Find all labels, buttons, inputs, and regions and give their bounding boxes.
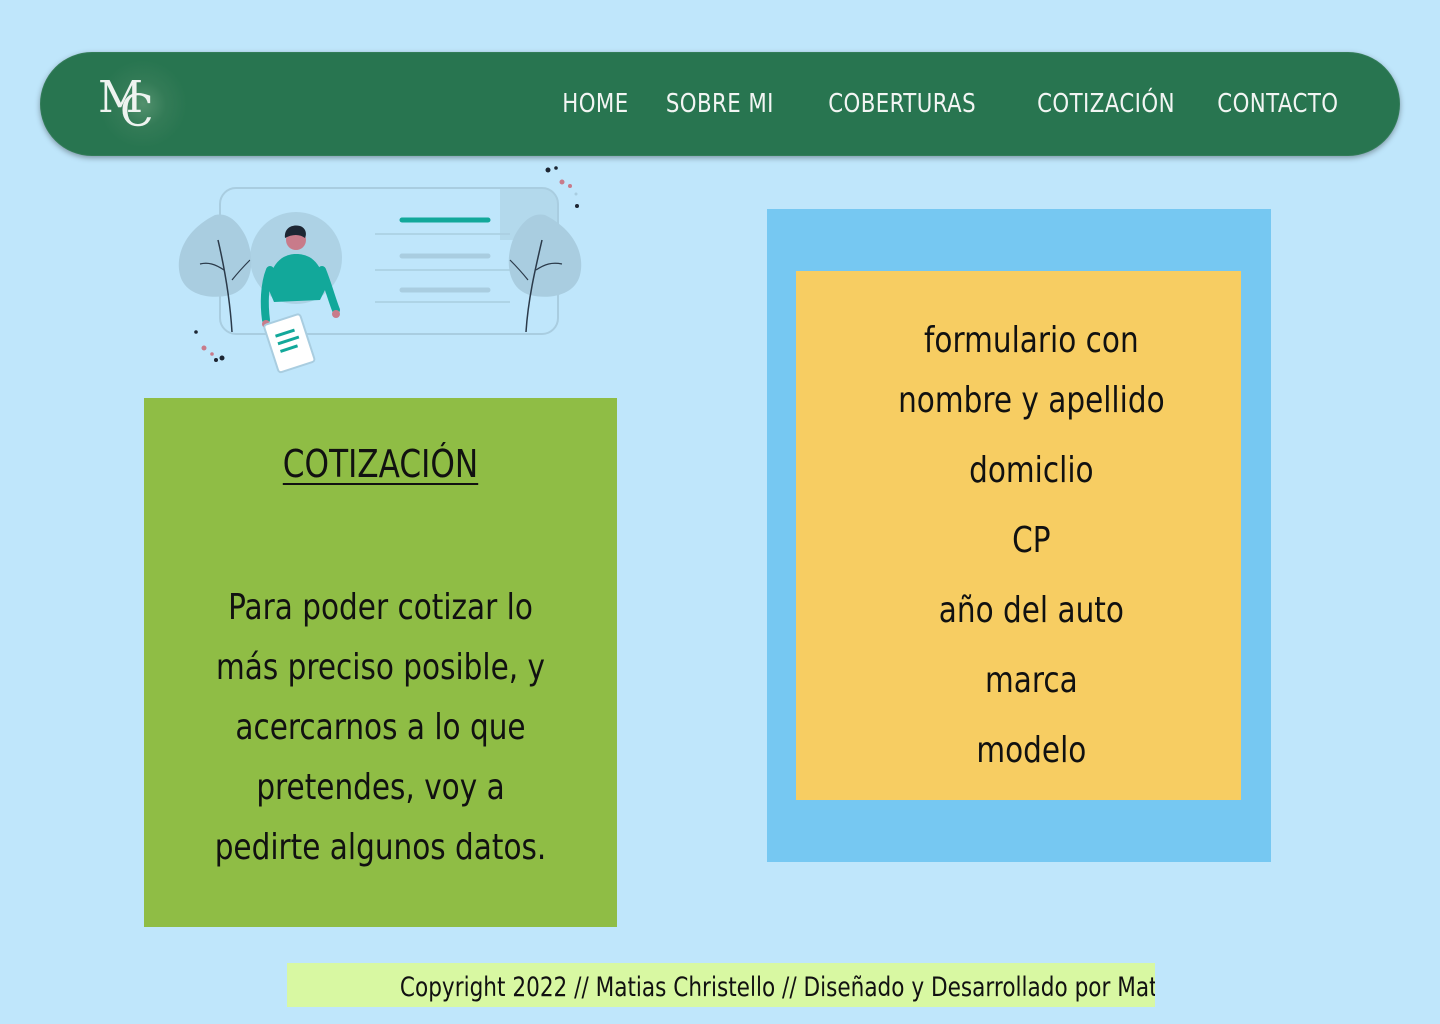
- form-placeholder-line: modelo: [976, 730, 1087, 771]
- logo[interactable]: M C: [98, 52, 198, 156]
- nav-item-cotizacion[interactable]: COTIZACIÓN: [1037, 89, 1175, 119]
- form-placeholder-line: CP: [1012, 520, 1051, 561]
- cotizacion-info-card: COTIZACIÓN Para poder cotizar lo más pre…: [144, 398, 617, 927]
- form-placeholder-card: formulario con nombre y apellido domicli…: [796, 271, 1241, 800]
- form-placeholder-line: nombre y apellido: [898, 380, 1165, 421]
- form-placeholder-line: año del auto: [938, 590, 1124, 631]
- nav-item-contacto[interactable]: CONTACTO: [1218, 89, 1339, 119]
- nav-item-home[interactable]: HOME: [563, 89, 629, 119]
- person-document-illustration: [178, 166, 582, 374]
- form-placeholder-line: marca: [985, 660, 1078, 701]
- footer: Copyright 2022 // Matias Christello // D…: [287, 963, 1155, 1007]
- form-placeholder-line: domiclio: [969, 450, 1094, 491]
- navbar: M C HOME SOBRE MI COBERTURAS COTIZACIÓN …: [40, 52, 1400, 156]
- nav-item-sobre-mi[interactable]: SOBRE MI: [666, 89, 774, 119]
- form-fields-list: formulario con nombre y apellido domicli…: [839, 311, 1224, 791]
- form-placeholder-line: formulario con: [924, 320, 1139, 361]
- logo-monogram: M C: [98, 74, 158, 134]
- cotizacion-title: COTIZACIÓN: [282, 442, 479, 486]
- main-nav: HOME SOBRE MI COBERTURAS COTIZACIÓN CONT…: [545, 52, 1352, 156]
- footer-copyright: Copyright 2022 // Matias Christello // D…: [399, 972, 1155, 1003]
- form-container: formulario con nombre y apellido domicli…: [767, 209, 1271, 862]
- logo-letter-c: C: [120, 86, 154, 137]
- nav-item-coberturas[interactable]: COBERTURAS: [828, 89, 976, 119]
- cotizacion-description: Para poder cotizar lo más preciso posibl…: [214, 587, 547, 868]
